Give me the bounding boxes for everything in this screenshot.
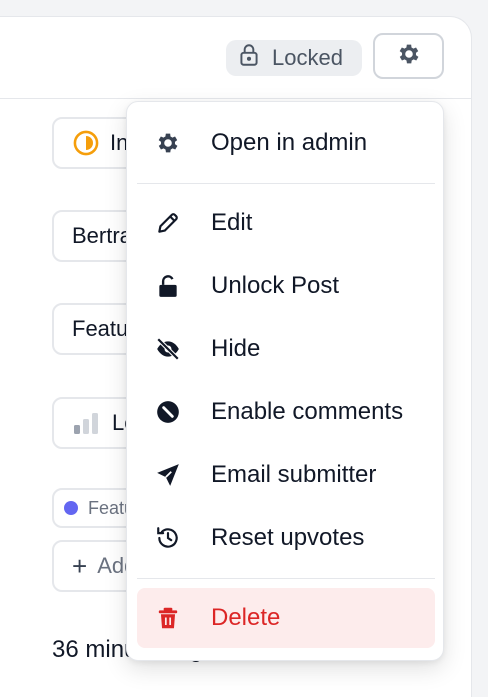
menu-item-email-submitter[interactable]: Email submitter — [137, 445, 435, 505]
post-header-bar: Locked — [0, 17, 471, 99]
post-settings-button[interactable] — [373, 33, 444, 79]
menu-divider — [137, 183, 435, 184]
gear-icon — [153, 128, 183, 158]
menu-item-reset-upvotes[interactable]: Reset upvotes — [137, 508, 435, 568]
menu-item-label: Hide — [211, 335, 261, 362]
pencil-icon — [153, 208, 183, 238]
locked-badge: Locked — [226, 40, 362, 76]
history-icon — [153, 523, 183, 553]
menu-item-label: Enable comments — [211, 398, 404, 425]
lock-icon — [236, 42, 262, 74]
status-in-progress-icon — [72, 129, 100, 157]
menu-item-label: Open in admin — [211, 129, 368, 156]
tag-color-dot — [64, 501, 78, 515]
eye-slash-icon — [153, 334, 183, 364]
menu-item-label: Unlock Post — [211, 272, 340, 299]
signal-bars-icon — [72, 410, 102, 436]
unlock-icon — [153, 271, 183, 301]
locked-label: Locked — [272, 45, 343, 70]
comment-off-icon — [153, 397, 183, 427]
menu-item-label: Reset upvotes — [211, 524, 365, 551]
menu-item-label: Email submitter — [211, 461, 377, 488]
post-actions-menu: Open in admin Edit Unlock Post Hide Enab… — [126, 101, 444, 661]
trash-icon — [153, 603, 183, 633]
menu-divider — [137, 578, 435, 579]
gear-icon — [396, 41, 422, 72]
plus-icon: + — [72, 550, 88, 581]
menu-item-open-in-admin[interactable]: Open in admin — [137, 113, 435, 173]
menu-item-label: Edit — [211, 209, 253, 236]
menu-item-enable-comments[interactable]: Enable comments — [137, 382, 435, 442]
paper-plane-icon — [153, 460, 183, 490]
menu-item-delete[interactable]: Delete — [137, 588, 435, 648]
menu-item-edit[interactable]: Edit — [137, 193, 435, 253]
menu-item-unlock-post[interactable]: Unlock Post — [137, 256, 435, 316]
menu-item-hide[interactable]: Hide — [137, 319, 435, 379]
menu-item-label: Delete — [211, 604, 281, 631]
